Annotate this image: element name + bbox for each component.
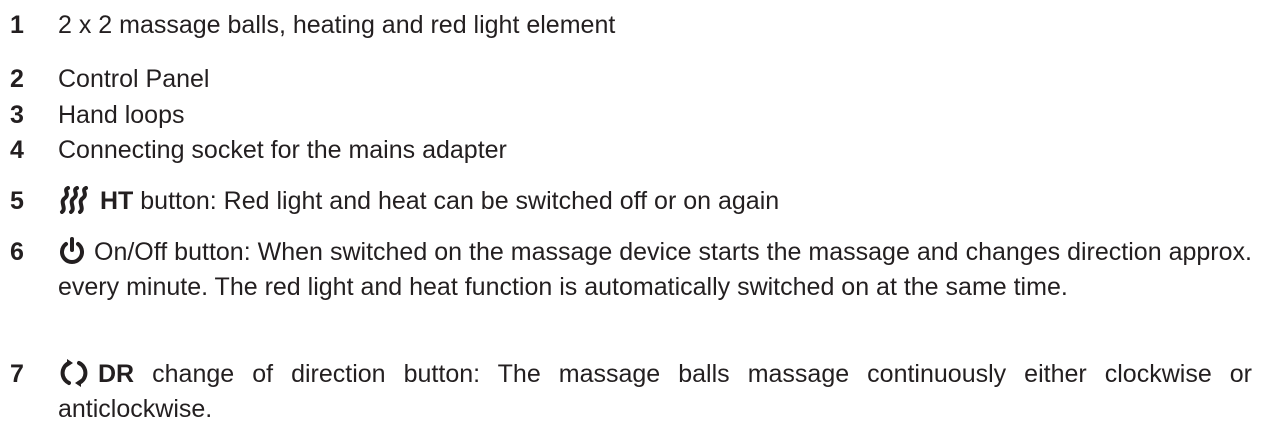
item-text: On/Off button: When switched on the mass…	[58, 238, 1252, 301]
item-text: Hand loops	[58, 101, 185, 129]
item-number: 2	[10, 65, 24, 93]
heat-waves-icon	[58, 186, 92, 214]
item-text: Control Panel	[58, 65, 210, 93]
item-body: DR change of direction button: The massa…	[58, 357, 1252, 427]
item-text: 2 x 2 massage balls, heating and red lig…	[58, 11, 616, 39]
item-keyword: HT	[100, 187, 134, 215]
item-body: On/Off button: When switched on the mass…	[58, 235, 1252, 305]
item-text: button: Red light and heat can be switch…	[133, 187, 780, 215]
item-text: change of direction button: The massage …	[58, 360, 1252, 423]
item-keyword: DR	[98, 360, 135, 388]
feature-list: 1 2 x 2 massage balls, heating and red l…	[0, 0, 1282, 443]
item-text: Connecting socket for the mains adapter	[58, 136, 507, 164]
direction-change-icon	[58, 359, 90, 387]
item-number: 4	[10, 136, 24, 164]
item-number: 6	[10, 238, 24, 266]
power-icon	[58, 237, 86, 265]
item-number: 5	[10, 187, 24, 215]
item-number: 3	[10, 101, 24, 129]
item-number: 1	[10, 11, 24, 39]
item-number: 7	[10, 360, 24, 388]
item-body: HT button: Red light and heat can be swi…	[58, 184, 1252, 219]
